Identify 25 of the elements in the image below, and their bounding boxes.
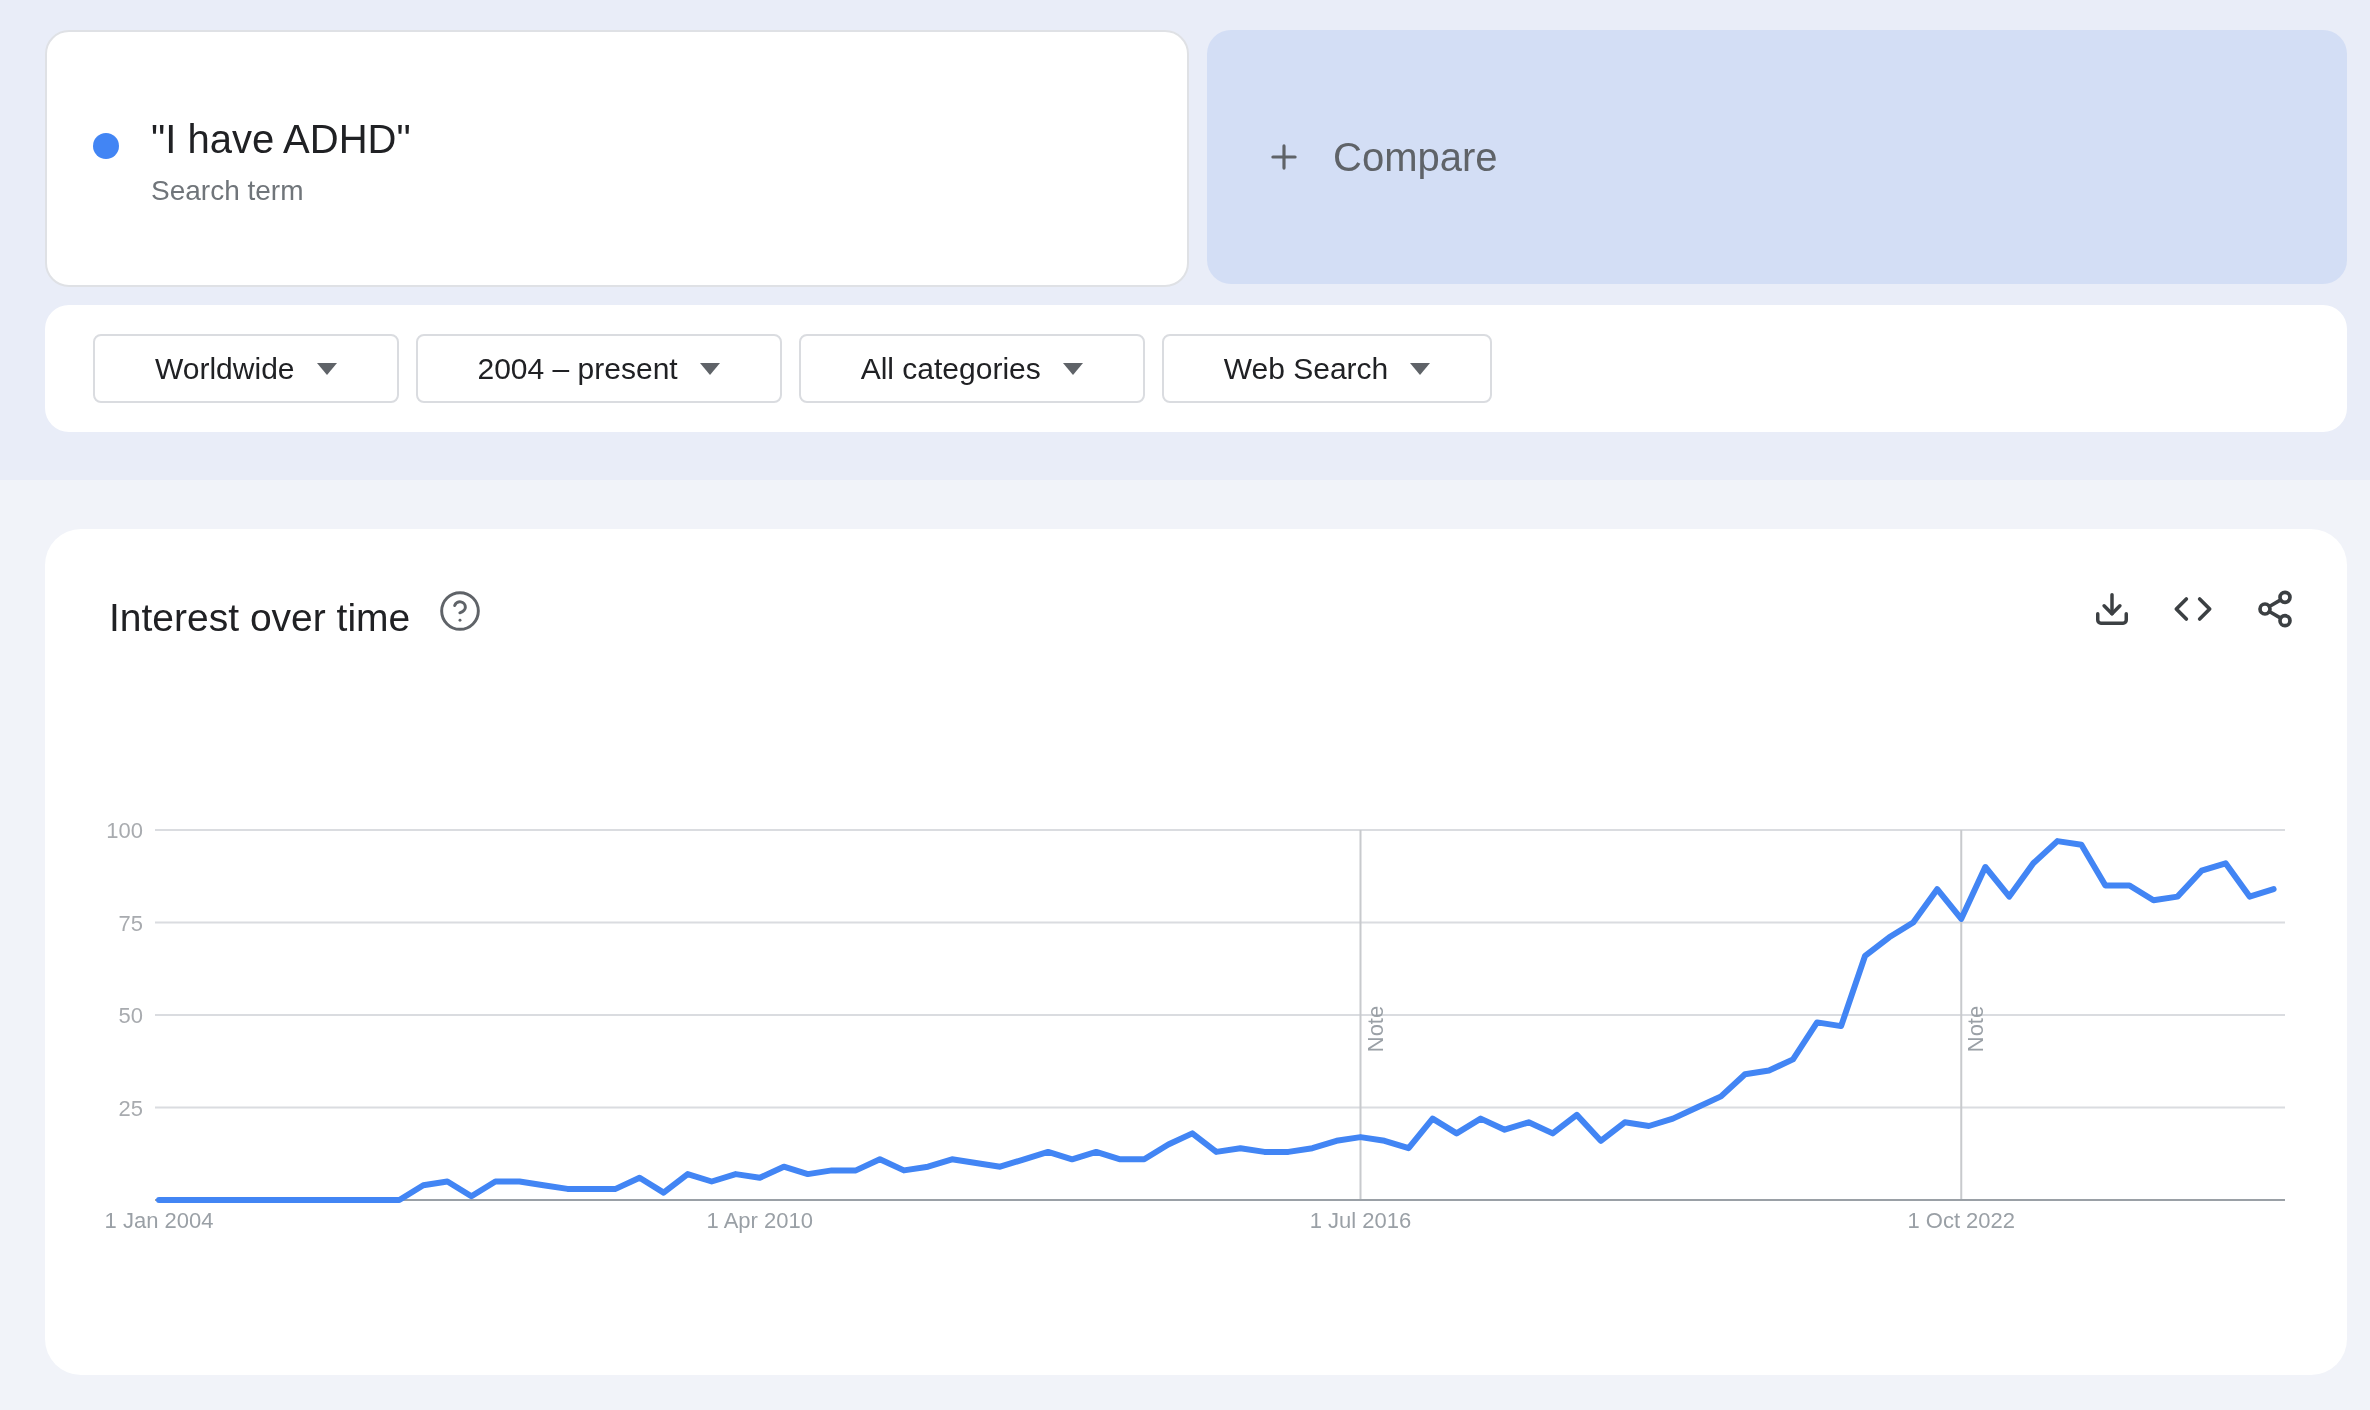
- filter-dropdown[interactable]: Web Search: [1161, 334, 1493, 403]
- caret-icon: [1062, 362, 1083, 375]
- note-label: Note: [1963, 1005, 1989, 1053]
- tick-label: 25: [118, 1095, 143, 1121]
- card-title: Interest over time: [109, 595, 411, 641]
- tick-label: 100: [106, 818, 143, 843]
- share-icon[interactable]: [2255, 589, 2295, 629]
- search-term-subtitle: Search term: [151, 173, 305, 208]
- caret-icon: [1410, 362, 1431, 375]
- tick-label: 1 Apr 2010: [706, 1208, 813, 1233]
- tick-label: 1 Oct 2022: [1907, 1208, 2016, 1233]
- search-term: "I have ADHD": [151, 115, 411, 163]
- tick-label: 50: [118, 1003, 143, 1028]
- download-icon[interactable]: [2093, 590, 2131, 628]
- help-icon[interactable]: [438, 589, 483, 633]
- tick-label: 1 Jul 2016: [1309, 1208, 1412, 1233]
- filter-dropdown[interactable]: Worldwide: [93, 334, 399, 403]
- filter-dropdown[interactable]: All categories: [798, 334, 1145, 403]
- caret-icon: [316, 362, 337, 375]
- note-label: Note: [1362, 1005, 1388, 1053]
- tick-label: 75: [118, 910, 143, 936]
- caret-icon: [699, 362, 720, 375]
- filter-dropdown[interactable]: 2004 – present: [415, 334, 782, 403]
- tick-label: 1 Jan 2004: [104, 1208, 214, 1233]
- compare-button[interactable]: Compare: [1207, 30, 2347, 284]
